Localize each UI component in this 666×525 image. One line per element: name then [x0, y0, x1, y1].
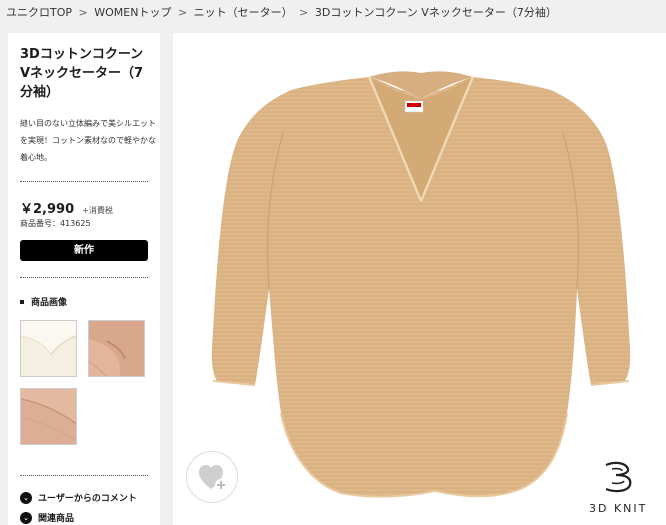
breadcrumb-separator: > — [78, 6, 88, 19]
images-section-title: 商品画像 — [20, 295, 67, 308]
related-products-accordion[interactable]: ⌄ 関連商品 — [20, 511, 74, 525]
breadcrumb-separator: > — [299, 6, 309, 19]
images-section-label: 商品画像 — [31, 298, 68, 308]
breadcrumb-item-top[interactable]: ユニクロTOP — [6, 0, 72, 26]
favorite-button[interactable] — [186, 451, 238, 503]
sweater-image — [211, 71, 631, 498]
3d-knit-label: 3D KNIT — [589, 502, 648, 515]
price-row: ￥2,990 +消費税 — [20, 198, 156, 217]
breadcrumb: ユニクロTOP > WOMENトップ > ニット（セーター） > 3Dコットンコ… — [0, 0, 666, 26]
thumbnail-neckline[interactable] — [20, 320, 77, 377]
heart-plus-icon — [199, 465, 227, 491]
breadcrumb-item-women-tops[interactable]: WOMENトップ — [94, 0, 171, 26]
thumbnail-sleeve[interactable] — [88, 320, 145, 377]
product-description: 縫い目のない立体編みで美シルエットを実現！コットン素材なので軽やかな着心地。 — [20, 119, 156, 162]
chevron-down-icon: ⌄ — [20, 511, 32, 524]
new-arrival-button[interactable]: 新作 — [20, 240, 148, 261]
sleeve-closeup-image — [89, 321, 144, 376]
breadcrumb-item-current: 3Dコットンコクーン Vネックセーター（7分袖） — [314, 6, 557, 19]
neckline-closeup-image — [21, 321, 76, 376]
divider — [20, 277, 148, 278]
square-bullet-icon — [20, 299, 24, 304]
tax-note: +消費税 — [82, 206, 113, 215]
product-title: 3Dコットンコクーン Vネックセーター（7分袖） — [20, 47, 144, 100]
breadcrumb-separator: > — [177, 6, 188, 19]
3d-knit-badge: 3D KNIT — [584, 459, 664, 519]
price: ￥2,990 — [20, 202, 75, 217]
user-comments-accordion[interactable]: ⌄ ユーザーからのコメント — [20, 491, 137, 505]
3d-knit-logo-icon — [605, 461, 632, 493]
related-products-label: 関連商品 — [38, 514, 75, 524]
product-info-panel: 3Dコットンコクーン Vネックセーター（7分袖） 縫い目のない立体編みで美シルエ… — [8, 33, 160, 525]
user-comments-label: ユーザーからのコメント — [38, 494, 137, 504]
divider — [20, 181, 148, 182]
breadcrumb-item-knit[interactable]: ニット（セーター） — [194, 0, 293, 26]
main-product-image[interactable]: 3D KNIT — [173, 33, 666, 525]
product-code: 商品番号：413625 — [20, 219, 91, 228]
chevron-down-icon: ⌄ — [20, 491, 32, 504]
divider — [20, 475, 148, 476]
thumbnail-fabric[interactable] — [20, 388, 77, 445]
fabric-closeup-image — [21, 389, 76, 444]
